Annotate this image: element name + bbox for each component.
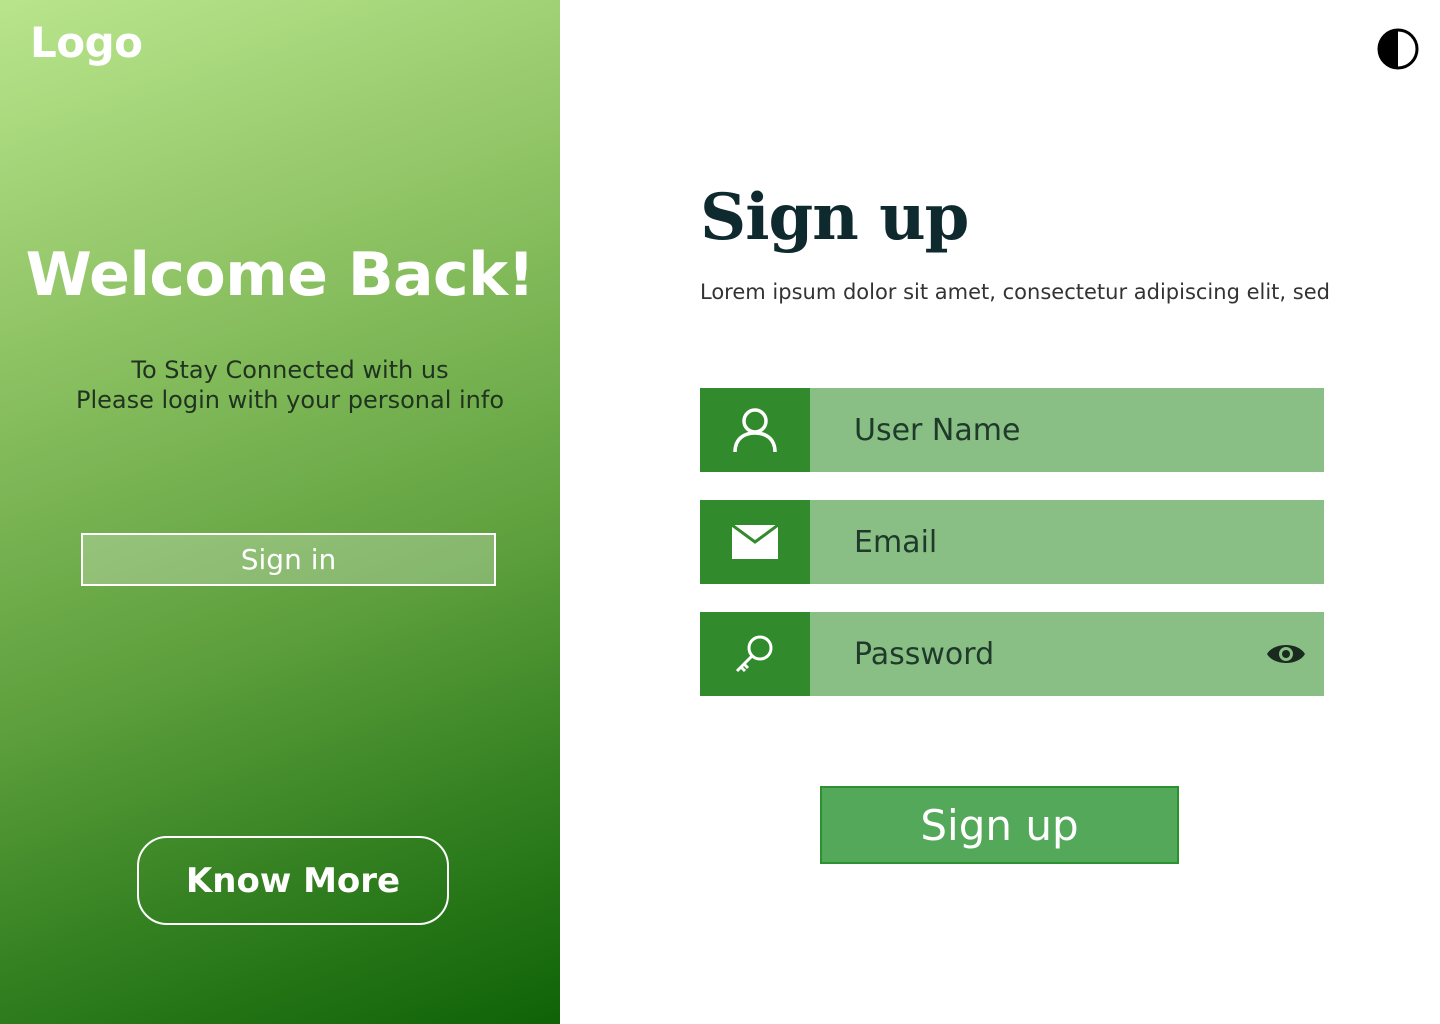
email-field[interactable]: Email — [700, 500, 1324, 584]
logo: Logo — [30, 18, 143, 67]
password-placeholder: Password — [854, 636, 995, 672]
tagline-line-2: Please login with your personal info — [75, 386, 505, 414]
know-more-button[interactable]: Know More — [137, 836, 449, 925]
username-placeholder: User Name — [854, 412, 1021, 448]
sign-up-button[interactable]: Sign up — [820, 786, 1179, 864]
welcome-panel: Logo Welcome Back! To Stay Connected wit… — [0, 0, 560, 1024]
tagline-line-1: To Stay Connected with us — [131, 356, 449, 384]
form-title: Sign up — [700, 180, 969, 255]
eye-icon[interactable] — [1266, 639, 1306, 669]
user-icon — [700, 388, 810, 472]
password-field[interactable]: Password — [700, 612, 1324, 696]
username-field[interactable]: User Name — [700, 388, 1324, 472]
welcome-tagline: To Stay Connected with us Please login w… — [0, 355, 580, 415]
email-placeholder: Email — [854, 524, 938, 560]
key-icon — [700, 612, 810, 696]
sign-in-button[interactable]: Sign in — [81, 533, 496, 586]
contrast-icon[interactable] — [1376, 27, 1420, 71]
mail-icon — [700, 500, 810, 584]
form-subtitle: Lorem ipsum dolor sit amet, consectetur … — [700, 280, 1330, 304]
welcome-heading: Welcome Back! — [25, 240, 535, 310]
